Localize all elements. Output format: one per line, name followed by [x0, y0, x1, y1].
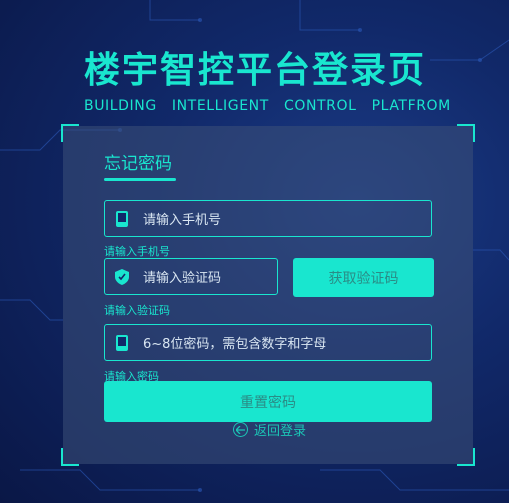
phone-icon [113, 334, 131, 352]
code-hint: 请输入验证码 [104, 304, 170, 317]
phone-input[interactable]: 请输入手机号 [104, 200, 432, 237]
corner-decoration [61, 448, 79, 466]
code-placeholder: 请输入验证码 [143, 271, 222, 286]
get-code-button[interactable]: 获取验证码 [293, 258, 434, 297]
tab-active-indicator [104, 178, 176, 181]
password-placeholder: 6~8位密码，需包含数字和字母 [143, 337, 327, 352]
corner-decoration [457, 124, 475, 142]
verification-code-input[interactable]: 请输入验证码 [104, 258, 278, 295]
corner-decoration [61, 124, 79, 142]
phone-placeholder: 请输入手机号 [143, 213, 222, 228]
back-to-login-label: 返回登录 [254, 424, 307, 439]
phone-hint: 请输入手机号 [104, 245, 170, 258]
arrow-left-icon [233, 422, 248, 437]
phone-icon [113, 210, 131, 228]
tab-forgot-password[interactable]: 忘记密码 [104, 153, 172, 175]
back-to-login-link[interactable]: 返回登录 [233, 420, 306, 439]
corner-decoration [457, 448, 475, 466]
shield-icon [113, 268, 131, 286]
password-input[interactable]: 6~8位密码，需包含数字和字母 [104, 324, 432, 361]
page-subtitle: BUILDING INTELLIGENT CONTROL PLATFROM [84, 98, 451, 114]
reset-password-button[interactable]: 重置密码 [104, 381, 432, 422]
page-title: 楼宇智控平台登录页 [84, 50, 427, 91]
